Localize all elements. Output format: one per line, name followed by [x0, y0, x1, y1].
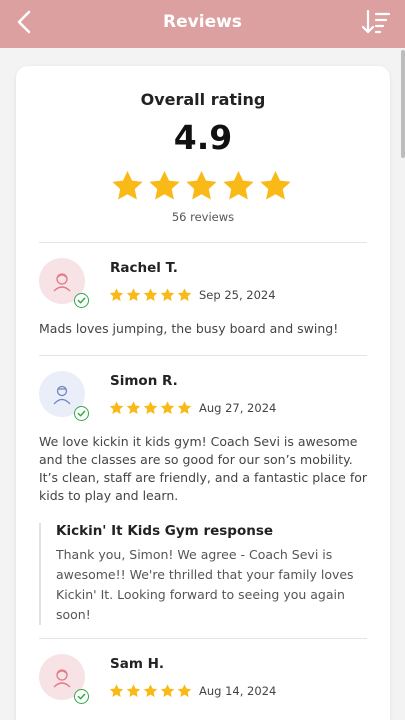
response-text: Thank you, Simon! We agree - Coach Sevi … [56, 547, 354, 622]
overall-rating-score: 4.9 [173, 118, 233, 157]
star-icon [109, 288, 124, 301]
user-female-icon [53, 273, 71, 292]
review-text: Mads loves jumping, the busy board and s… [39, 321, 339, 336]
star-icon [177, 684, 192, 697]
reviewer-name: Sam H. [110, 656, 165, 672]
user-male-icon [53, 385, 71, 405]
check-icon [77, 297, 86, 304]
star-icon [186, 171, 217, 200]
avatar [39, 654, 89, 704]
avatar [39, 258, 89, 308]
user-female-icon [53, 669, 71, 688]
reviewer-name: Simon R. [110, 373, 178, 389]
check-icon [77, 410, 86, 417]
review-count: 56 reviews [171, 210, 235, 224]
star-icon [126, 684, 141, 697]
overall-rating-stars [111, 170, 295, 204]
review-date: Sep 25, 2024 [199, 288, 276, 302]
avatar [39, 371, 89, 421]
review-date: Aug 14, 2024 [199, 684, 277, 698]
business-response: Kickin' It Kids Gym response Thank you, … [39, 523, 359, 625]
star-icon [143, 288, 158, 301]
star-icon [109, 684, 124, 697]
review-text: We love kickin it kids gym! Coach Sevi i… [39, 434, 368, 503]
divider [39, 242, 367, 243]
check-icon [77, 693, 86, 700]
star-icon [177, 401, 192, 414]
star-icon [143, 401, 158, 414]
star-icon [260, 171, 291, 200]
star-icon [149, 171, 180, 200]
divider [39, 638, 367, 639]
verified-badge [74, 689, 89, 704]
reviews-card: Overall rating 4.9 56 reviews Rachel T. [16, 66, 390, 720]
star-icon [160, 684, 175, 697]
review-stars [109, 401, 192, 415]
review-stars [109, 684, 192, 698]
overall-rating-label: Overall rating [140, 90, 266, 109]
star-icon [126, 288, 141, 301]
page-title: Reviews [163, 12, 242, 32]
star-icon [143, 684, 158, 697]
review-stars [109, 288, 192, 302]
review-date: Aug 27, 2024 [199, 401, 277, 415]
top-bar: Reviews [0, 0, 405, 48]
verified-badge [74, 406, 89, 421]
divider [39, 355, 367, 356]
star-icon [160, 401, 175, 414]
verified-badge [74, 293, 89, 308]
star-icon [160, 288, 175, 301]
sort-descending-icon [362, 9, 390, 34]
reviewer-name: Rachel T. [110, 260, 178, 276]
star-icon [177, 288, 192, 301]
star-icon [109, 401, 124, 414]
star-icon [112, 171, 143, 200]
star-icon [126, 401, 141, 414]
scrollbar[interactable] [401, 50, 405, 158]
star-icon [223, 171, 254, 200]
response-title: Kickin' It Kids Gym response [56, 523, 274, 539]
sort-button[interactable] [361, 7, 391, 37]
